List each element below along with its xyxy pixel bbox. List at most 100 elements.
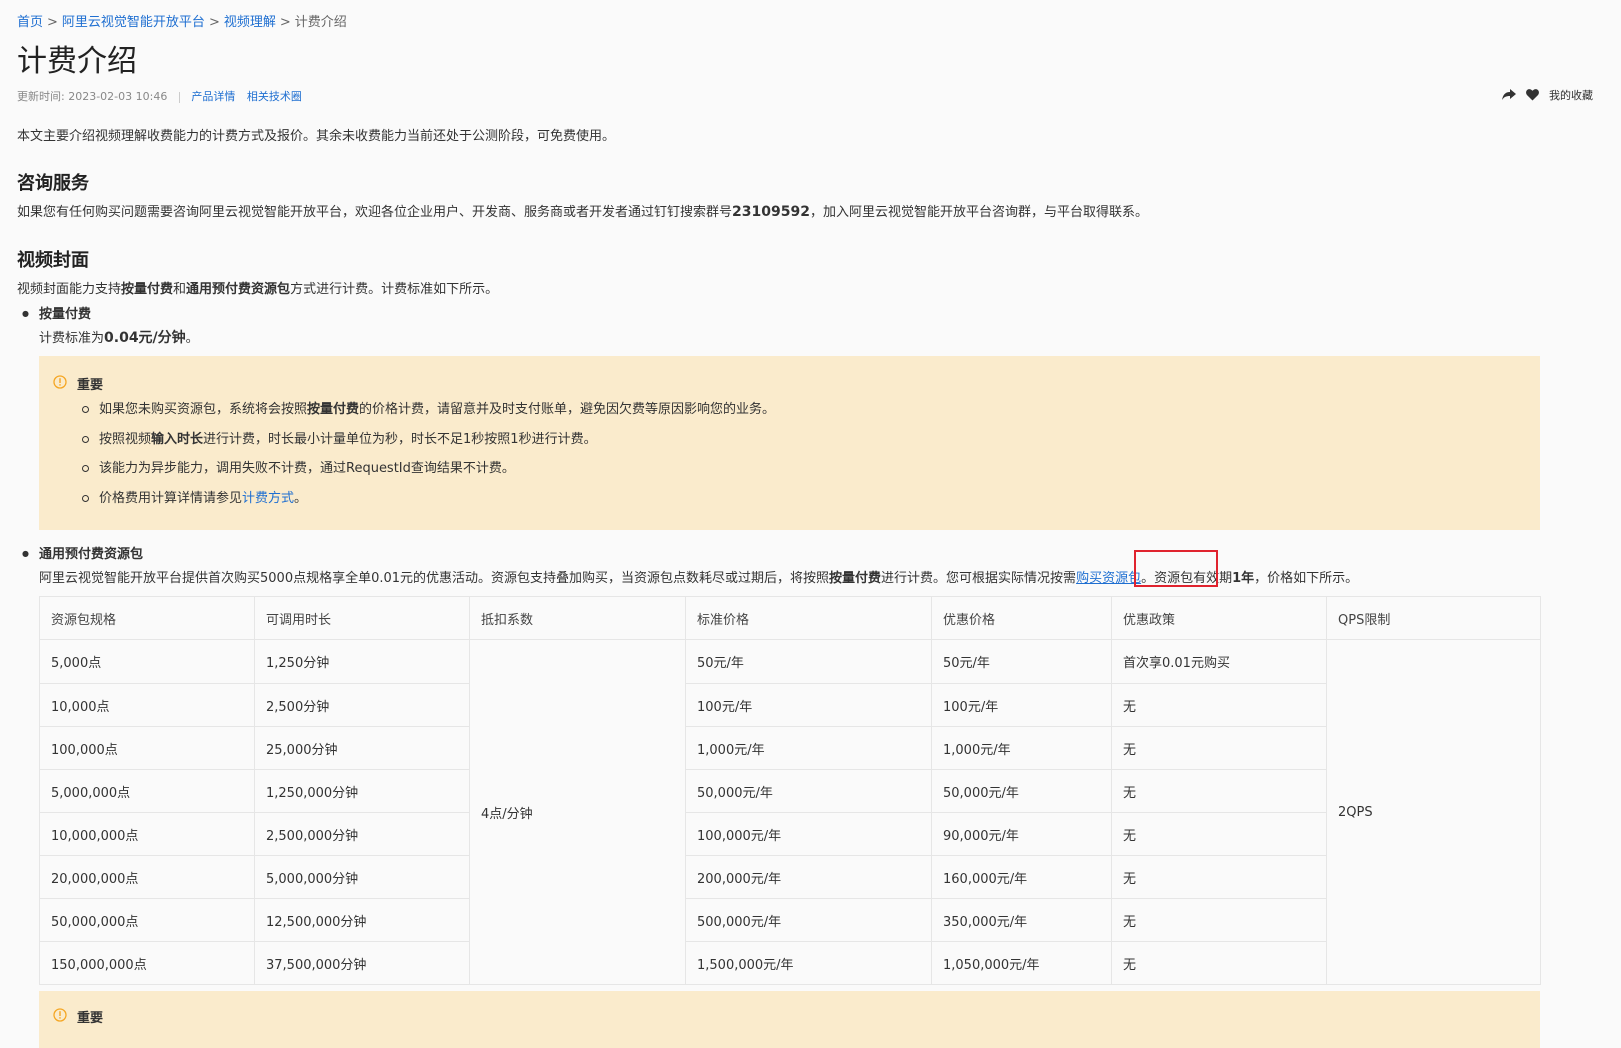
table-header: QPS限制 [1326,596,1541,640]
table-cell: 12,500,000分钟 [254,898,470,942]
table-cell: 160,000元/年 [931,855,1112,899]
breadcrumb: 首页 > 阿里云视觉智能开放平台 > 视频理解 > 计费介绍 [17,11,347,30]
consult-text: 如果您有任何购买问题需要咨询阿里云视觉智能开放平台，欢迎各位企业用户、开发商、服… [17,201,1148,220]
table-cell: 首次享0.01元购买 [1111,639,1327,684]
my-favorites-link[interactable]: 我的收藏 [1549,87,1593,103]
buy-resource-pack-link[interactable]: 购买资源包 [1076,571,1141,586]
note-item: 价格费用计算详情请参见计费方式。 [81,489,775,519]
prepaid-text-4: ，价格如下所示。 [1254,571,1359,586]
product-details-link[interactable]: 产品详情 [191,90,235,103]
table-row: 5,000,000点 1,250,000分钟 50,000元/年 50,000元… [39,769,1541,813]
table-cell: 90,000元/年 [931,812,1112,856]
breadcrumb-separator: > [208,15,220,30]
cover-intro: 视频封面能力支持按量付费和通用预付费资源包方式进行计费。计费标准如下所示。 [17,278,498,297]
table-cell: 50,000,000点 [39,898,255,942]
table-row: 100,000点 25,000分钟 1,000元/年 1,000元/年 无 [39,726,1541,770]
note-item2-text-a: 按照视频 [99,431,152,447]
table-cell: 无 [1111,855,1327,899]
table-header-row: 资源包规格 可调用时长 抵扣系数 标准价格 优惠价格 优惠政策 QPS限制 [39,596,1541,640]
breadcrumb-separator: > [279,15,291,30]
table-cell: 2,500分钟 [254,683,470,727]
note-item1-bold: 按量付费 [307,402,360,417]
note-item4-text-b: 。 [294,490,308,506]
pay-standard-suffix: 。 [185,331,199,346]
highlight-box [1134,550,1218,587]
table-cell: 无 [1111,769,1327,813]
table-cell: 无 [1111,683,1327,727]
pay-as-you-go-bullet: 按量付费 [22,303,91,322]
updated-time: 2023-02-03 10:46 [68,90,168,103]
qps-cell: 2QPS [1326,639,1541,985]
video-cover-heading: 视频封面 [17,250,89,271]
share-icon[interactable] [1502,89,1516,101]
pay-standard-prefix: 计费标准为 [39,331,105,346]
consult-text-b: ，加入阿里云视觉智能开放平台咨询群，与平台取得联系。 [809,205,1148,220]
breadcrumb-separator: > [47,15,58,30]
breadcrumb-video-understanding[interactable]: 视频理解 [224,15,276,30]
note-title: 重要 [77,378,104,393]
breadcrumb-current: 计费介绍 [294,15,347,30]
pay-standard-value: 0.04元/分钟 [104,330,186,346]
tech-circle-link[interactable]: 相关技术圈 [247,90,302,103]
table-cell: 1,250,000分钟 [254,769,470,813]
note-item: 该能力为异步能力，调用失败不计费，通过RequestId查询结果不计费。 [81,459,775,489]
page-title: 计费介绍 [17,44,137,79]
table-cell: 1,050,000元/年 [931,941,1112,985]
price-table: 资源包规格 可调用时长 抵扣系数 标准价格 优惠价格 优惠政策 QPS限制 5,… [39,596,1541,985]
updated-label: 更新时间: [17,90,65,103]
note-header: 重要 [53,374,103,393]
table-cell: 100元/年 [685,683,932,727]
breadcrumb-home[interactable]: 首页 [17,15,43,30]
table-cell: 100,000点 [39,726,255,770]
table-cell: 100元/年 [931,683,1112,727]
cover-text-3: 方式进行计费。计费标准如下所示。 [290,282,499,297]
prepaid-text-2: 进行计费。您可根据实际情况按需 [881,571,1077,586]
doc-meta: 更新时间: 2023-02-03 10:46 产品详情 相关技术圈 [17,88,310,104]
consult-text-a: 如果您有任何购买问题需要咨询阿里云视觉智能开放平台，欢迎各位企业用户、开发商、服… [17,205,733,220]
doc-actions: 我的收藏 [1502,87,1593,103]
table-cell: 5,000,000点 [39,769,255,813]
table-row: 20,000,000点 5,000,000分钟 200,000元/年 160,0… [39,855,1541,899]
table-cell: 无 [1111,898,1327,942]
note-item3-text: 该能力为异步能力，调用失败不计费，通过RequestId查询结果不计费。 [99,461,515,477]
table-cell: 无 [1111,941,1327,985]
warning-circle-icon [53,1007,67,1026]
doc-page: 首页 > 阿里云视觉智能开放平台 > 视频理解 > 计费介绍 计费介绍 更新时间: 2023… [0,0,1621,1048]
meta-divider [178,91,180,103]
table-cell: 5,000点 [39,639,255,684]
table-cell: 2,500,000分钟 [254,812,470,856]
table-cell: 37,500,000分钟 [254,941,470,985]
table-cell: 200,000元/年 [685,855,932,899]
table-row: 10,000,000点 2,500,000分钟 100,000元/年 90,00… [39,812,1541,856]
cover-text-2: 和 [173,282,187,297]
prepaid-bold-1: 按量付费 [829,571,882,586]
table-cell: 1,250分钟 [254,639,470,684]
billing-method-link[interactable]: 计费方式 [242,491,294,506]
prepaid-bullet: 通用预付费资源包 [22,543,143,562]
breadcrumb-platform[interactable]: 阿里云视觉智能开放平台 [62,15,205,30]
heart-icon[interactable] [1526,89,1539,101]
table-header: 标准价格 [685,596,932,640]
table-cell: 150,000,000点 [39,941,255,985]
consult-heading: 咨询服务 [17,173,89,194]
important-note: 重要 如果您未购买资源包，系统将会按照按量付费的价格计费，请留意并及时支付账单，… [39,356,1540,530]
prepaid-text-1: 阿里云视觉智能开放平台提供首次购买5000点规格享全单0.01元的优惠活动。资源… [39,571,830,586]
table-row: 10,000点 2,500分钟 100元/年 100元/年 无 [39,683,1541,727]
table-cell: 50元/年 [685,639,932,684]
table-row: 50,000,000点 12,500,000分钟 500,000元/年 350,… [39,898,1541,942]
intro-text: 本文主要介绍视频理解收费能力的计费方式及报价。其余未收费能力当前还处于公测阶段，… [17,129,616,144]
prepaid-bold-2: 1年 [1232,571,1255,586]
table-cell: 无 [1111,726,1327,770]
table-cell: 20,000,000点 [39,855,255,899]
table-cell: 25,000分钟 [254,726,470,770]
table-cell: 50元/年 [931,639,1112,684]
table-header: 优惠政策 [1111,596,1327,640]
table-row: 150,000,000点 37,500,000分钟 1,500,000元/年 1… [39,941,1541,985]
table-cell: 1,500,000元/年 [685,941,932,985]
table-cell: 10,000点 [39,683,255,727]
note-item1-text-a: 如果您未购买资源包，系统将会按照 [99,402,308,417]
note-title: 重要 [77,1011,104,1026]
note-item2-bold: 输入时长 [151,431,204,447]
table-cell: 50,000元/年 [931,769,1112,813]
cover-bold-2: 通用预付费资源包 [186,282,291,297]
